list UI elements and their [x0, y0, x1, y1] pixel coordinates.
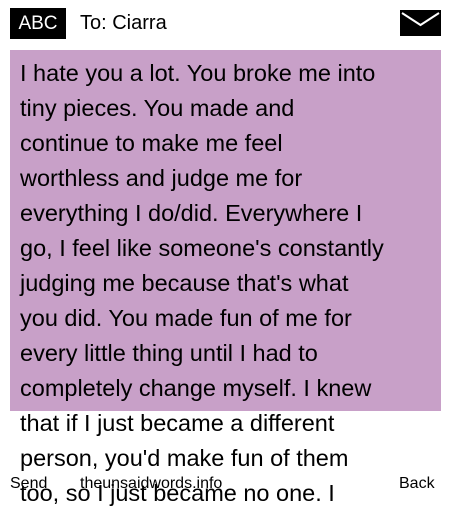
envelope-icon	[400, 10, 441, 36]
softkey-bar: Send theunsaidwords.info Back	[0, 470, 450, 500]
back-button[interactable]: Back	[399, 474, 435, 494]
site-watermark: theunsaidwords.info	[80, 475, 223, 492]
header-bar: ABC To: Ciarra	[0, 0, 450, 46]
input-mode-indicator[interactable]: ABC	[10, 8, 66, 39]
recipient-field[interactable]: To: Ciarra	[80, 10, 167, 36]
send-button[interactable]: Send	[10, 474, 47, 494]
message-body[interactable]: I hate you a lot. You broke me into tiny…	[20, 56, 440, 511]
